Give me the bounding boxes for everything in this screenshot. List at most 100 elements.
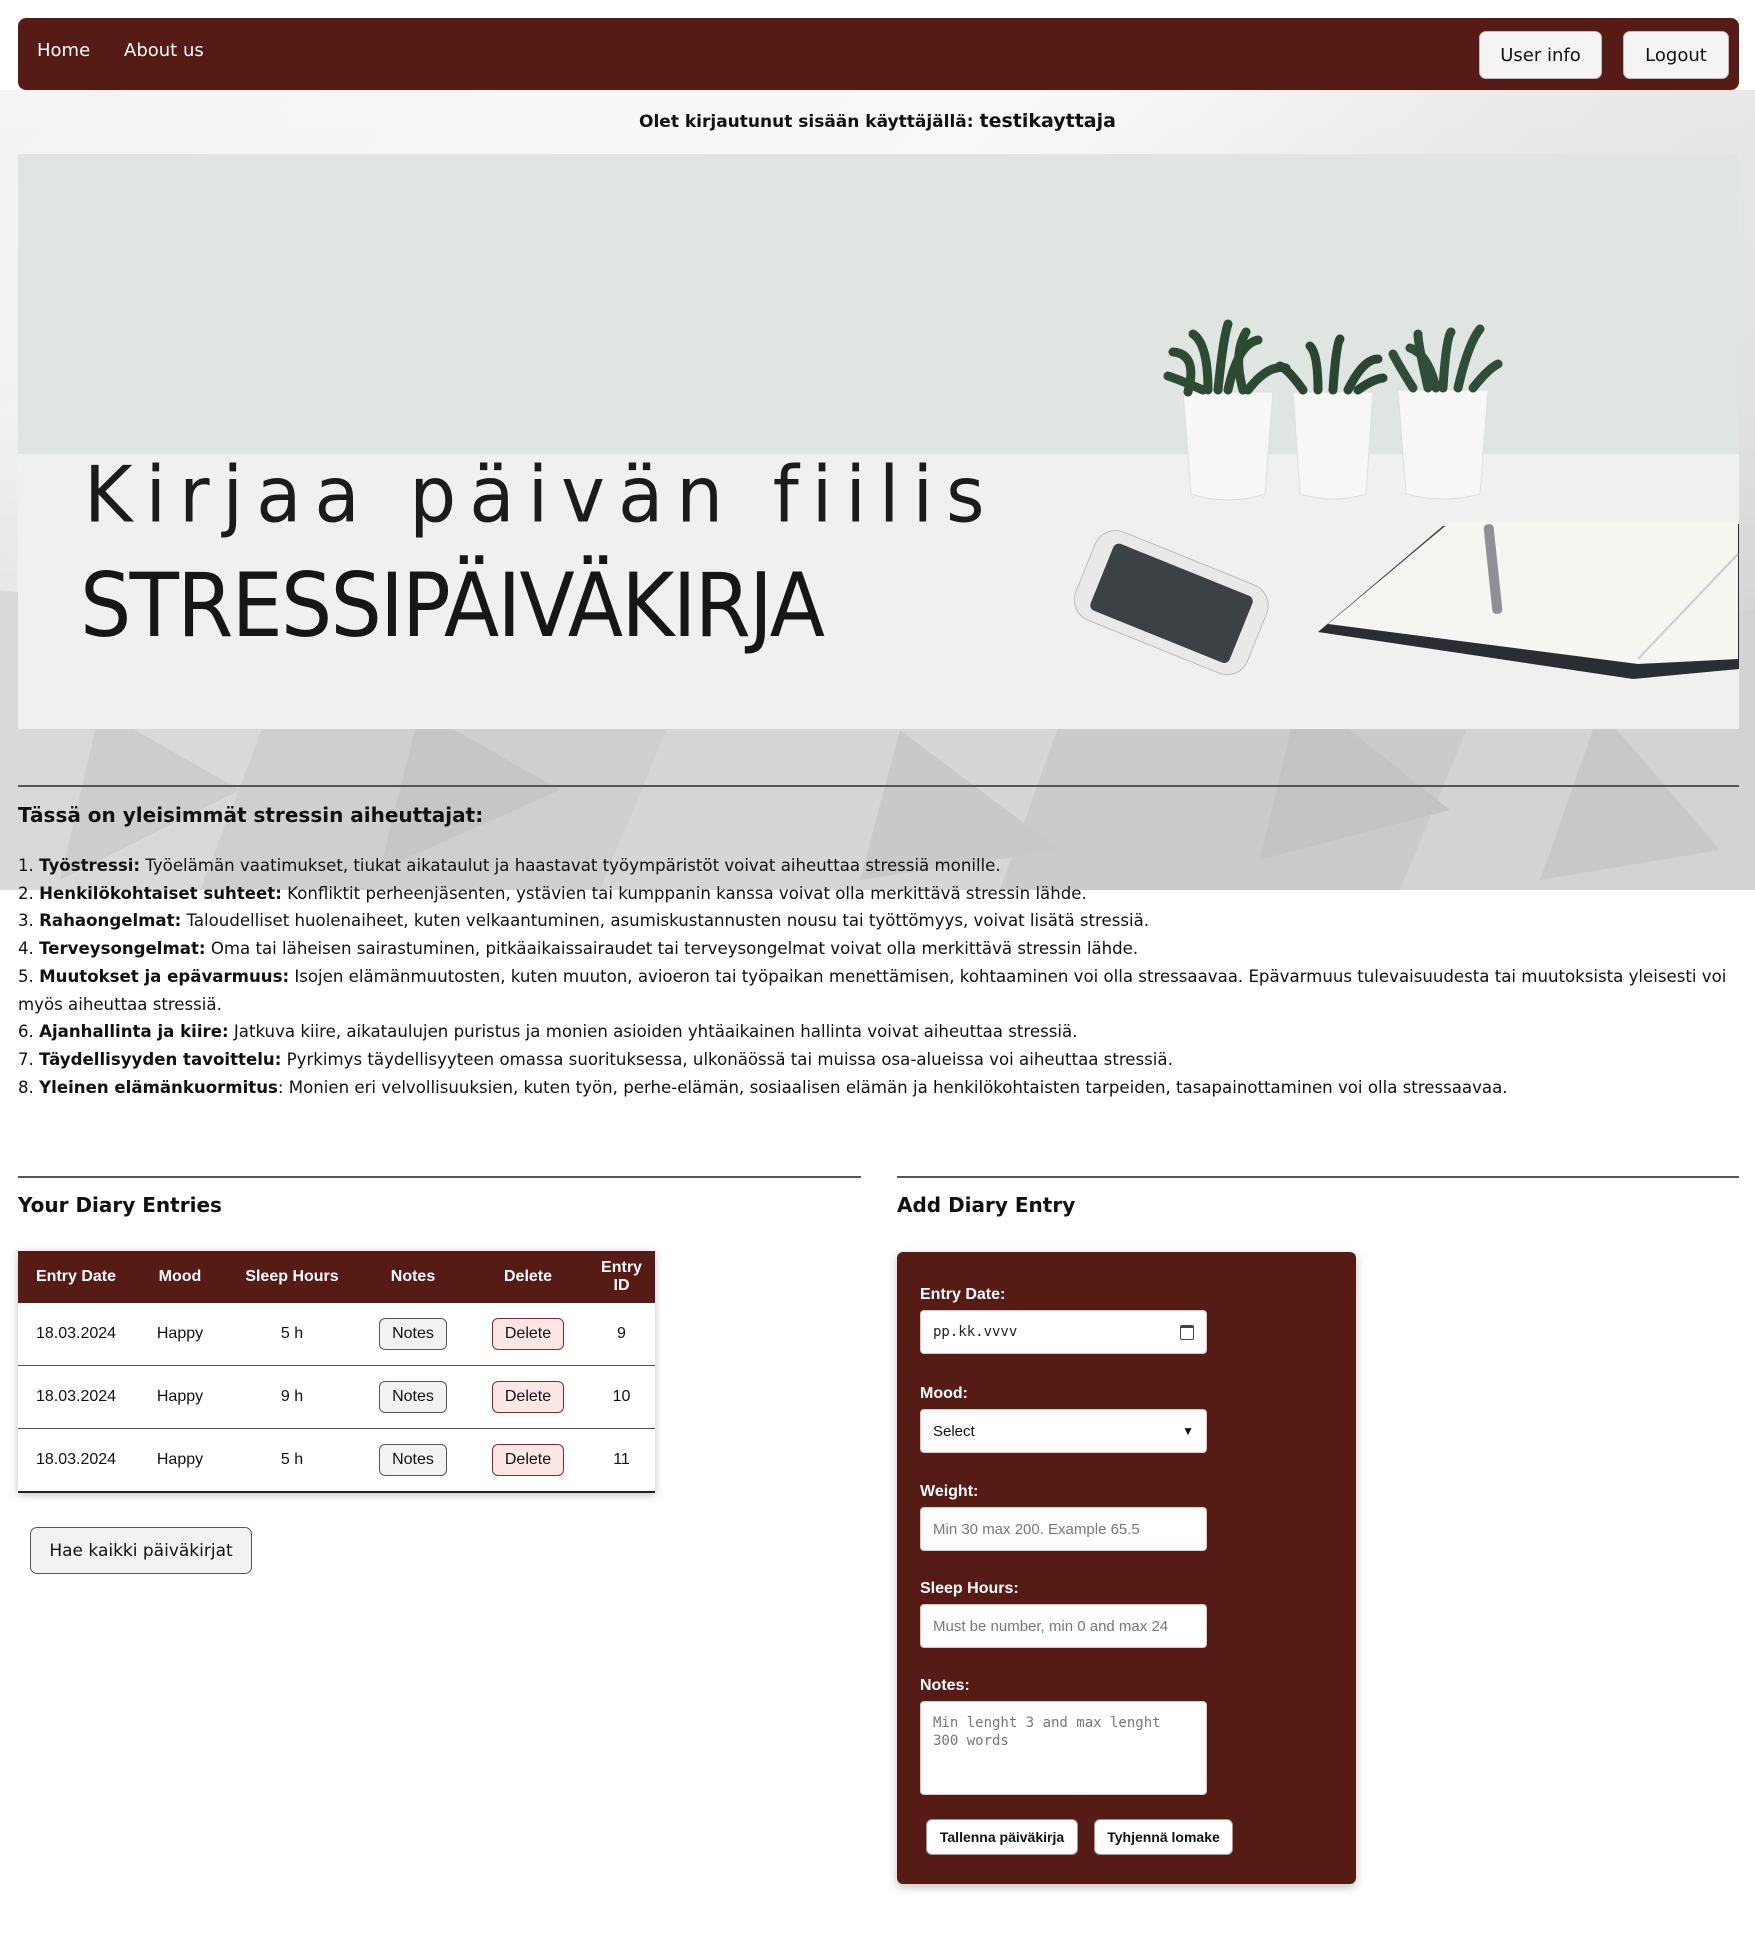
weight-placeholder: Min 30 max 200. Example 65.5 [933,1520,1140,1538]
col-entry-date: Entry Date [18,1251,134,1303]
save-entry-button[interactable]: Tallenna päiväkirja [926,1819,1078,1855]
stress-cause-number: 4. [18,939,34,959]
cell-sleep: 9 h [226,1365,358,1429]
top-navbar: Home About us User info Logout [18,18,1739,90]
hero-title: STRESSIPÄIVÄKIRJA [80,554,825,657]
table-row: 18.03.2024 Happy 5 h Notes Delete 9 [18,1303,655,1366]
stress-cause-text: Konfliktit perheenjäsenten, ystävien tai… [281,883,1087,903]
cell-mood: Happy [156,1325,204,1342]
phone [1073,530,1269,676]
stress-cause-item: 4. Terveysongelmat: Oma tai läheisen sai… [18,935,1738,963]
entry-date-field[interactable]: pp.kk.vvvv [920,1310,1207,1354]
col-notes: Notes [358,1251,468,1303]
add-entry-title: Add Diary Entry [897,1193,1076,1217]
cell-mood: Happy [134,1428,226,1492]
entries-title: Your Diary Entries [18,1193,222,1217]
table-row: 18.03.2024 Happy 9 h Notes Delete 10 [18,1365,655,1429]
stress-cause-title: Terveysongelmat: [39,939,206,959]
notebook [1318,522,1739,679]
stress-cause-number: 8. [18,1077,34,1097]
clear-form-button[interactable]: Tyhjennä lomake [1094,1819,1233,1855]
col-sleep-hours: Sleep Hours [226,1251,358,1303]
plant-pot-2 [1275,334,1388,500]
mood-selected-value: Select [933,1422,975,1440]
stress-cause-number: 3. [18,911,34,931]
plant-pot-3 [1388,324,1503,500]
cell-entry-id: 11 [588,1428,655,1492]
notes-button[interactable]: Notes [379,1318,447,1350]
stress-causes-list: 1. Työstressi: Työelämän vaatimukset, ti… [18,852,1738,1101]
cell-entry-id: 9 [617,1325,626,1342]
stress-cause-item: 2. Henkilökohtaiset suhteet: Konfliktit … [18,880,1738,908]
mood-label: Mood: [920,1385,968,1402]
stress-cause-item: 7. Täydellisyyden tavoittelu: Pyrkimys t… [18,1046,1738,1074]
chevron-down-icon: ▼ [1182,1424,1194,1438]
sleep-hours-label: Sleep Hours: [920,1580,1019,1597]
section-divider [18,785,1739,787]
hero-subtitle: Kirjaa päivän fiilis [84,449,998,541]
user-info-button[interactable]: User info [1479,31,1602,79]
stress-cause-title: Työstressi: [39,856,141,875]
cell-date: 18.03.2024 [35,1325,117,1342]
plant-pot-1 [1163,319,1291,501]
stress-cause-text: Työelämän vaatimukset, tiukat aikataulut… [140,856,1001,875]
cell-sleep: 5 h [280,1325,304,1342]
cell-mood: Happy [134,1365,226,1429]
stress-cause-title: Ajanhallinta ja kiire: [39,1022,229,1042]
col-entry-id: Entry ID [588,1251,655,1303]
stress-cause-number: 6. [18,1022,34,1042]
weight-input[interactable]: Min 30 max 200. Example 65.5 [920,1507,1207,1551]
delete-button[interactable]: Delete [491,1381,565,1413]
stress-cause-item: 6. Ajanhallinta ja kiire: Jatkuva kiire,… [18,1018,1738,1046]
stress-cause-item: 8. Yleinen elämänkuormitus: Monien eri v… [18,1074,1738,1102]
notes-textarea[interactable]: Min lenght 3 and max lenght 300 words [920,1701,1207,1795]
login-status: Olet kirjautunut sisään käyttäjällä: tes… [0,110,1755,132]
sleep-hours-placeholder: Must be number, min 0 and max 24 [933,1617,1169,1635]
stress-cause-text: Pyrkimys täydellisyyteen omassa suorituk… [281,1049,1173,1069]
stress-cause-text: Taloudelliset huolenaiheet, kuten velkaa… [181,911,1150,931]
entry-date-placeholder: pp.kk.vvvv [933,1324,1018,1340]
stress-cause-title: Yleinen elämänkuormitus [39,1077,278,1097]
delete-button[interactable]: Delete [491,1444,565,1476]
col-mood: Mood [134,1251,226,1303]
stress-cause-number: 7. [18,1049,34,1069]
stress-cause-title: Täydellisyyden tavoittelu: [39,1049,282,1069]
cell-sleep: 5 h [226,1428,358,1492]
cell-entry-id: 10 [588,1365,655,1429]
stress-cause-item: 3. Rahaongelmat: Taloudelliset huolenaih… [18,907,1738,935]
notes-button[interactable]: Notes [379,1381,447,1413]
entry-date-label: Entry Date: [920,1286,1006,1303]
cell-date: 18.03.2024 [18,1428,134,1492]
stress-cause-text: : Monien eri velvollisuuksien, kuten työ… [277,1077,1508,1097]
delete-button[interactable]: Delete [491,1318,565,1350]
stress-cause-number: 5. [18,966,34,986]
stress-cause-text: Oma tai läheisen sairastuminen, pitkäaik… [205,939,1139,959]
fetch-all-entries-button[interactable]: Hae kaikki päiväkirjat [30,1527,252,1574]
login-status-prefix: Olet kirjautunut sisään käyttäjällä: [639,112,974,132]
table-row: 18.03.2024 Happy 5 h Notes Delete 11 [18,1428,655,1492]
notes-label: Notes: [920,1677,970,1694]
stress-cause-item: 5. Muutokset ja epävarmuus: Isojen elämä… [18,963,1738,1018]
nav-home-link[interactable]: Home [37,40,90,61]
stress-cause-text: Jatkuva kiire, aikataulujen puristus ja … [228,1022,1078,1042]
add-entry-form: Entry Date: pp.kk.vvvv Mood: Select ▼ We… [897,1252,1356,1884]
cell-date: 18.03.2024 [18,1365,134,1429]
stress-cause-item: 1. Työstressi: Työelämän vaatimukset, ti… [18,852,1738,880]
weight-label: Weight: [920,1483,979,1500]
mood-select[interactable]: Select ▼ [920,1409,1207,1453]
calendar-icon[interactable] [1180,1324,1194,1340]
stress-cause-title: Rahaongelmat: [39,911,182,931]
stress-cause-title: Muutokset ja epävarmuus: [39,966,290,986]
notes-button[interactable]: Notes [379,1444,447,1476]
notes-placeholder: Min lenght 3 and max lenght 300 words [933,1715,1161,1749]
logout-button[interactable]: Logout [1623,31,1729,79]
stress-causes-heading: Tässä on yleisimmät stressin aiheuttajat… [18,803,484,827]
table-header-row: Entry Date Mood Sleep Hours Notes Delete… [18,1251,655,1303]
nav-about-link[interactable]: About us [124,40,204,61]
entries-divider [18,1176,861,1178]
login-username: testikayttaja [979,110,1116,132]
stress-cause-title: Henkilökohtaiset suhteet: [39,883,282,903]
hero-banner: Kirjaa päivän fiilis STRESSIPÄIVÄKIRJA [18,154,1739,729]
form-divider [897,1176,1739,1178]
sleep-hours-input[interactable]: Must be number, min 0 and max 24 [920,1604,1207,1648]
